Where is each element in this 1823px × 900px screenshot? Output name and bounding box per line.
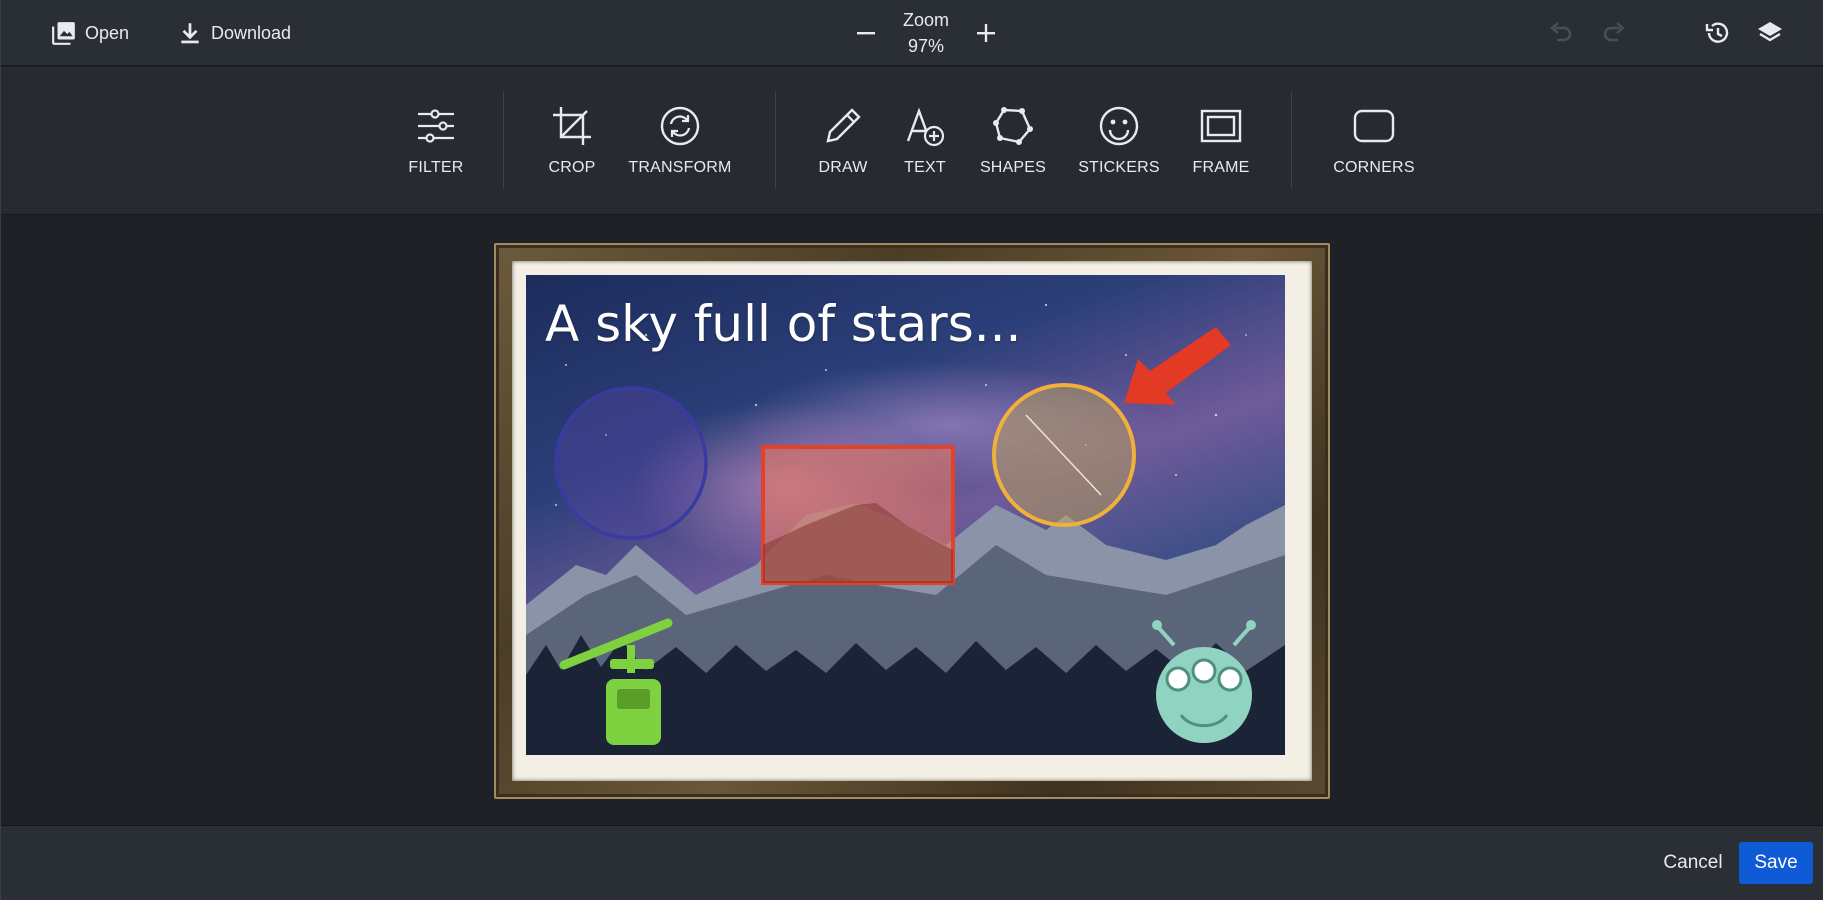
zoom-value: 97% (907, 36, 945, 56)
picture-frame: A sky full of stars... (494, 243, 1330, 799)
bottom-bar: Cancel Save (1, 825, 1823, 900)
tool-draw-label: DRAW (818, 159, 868, 176)
divider (503, 92, 504, 188)
zoom-control: Zoom 97% (851, 6, 1001, 62)
tool-shapes-label: SHAPES (979, 159, 1047, 176)
crop-icon (553, 107, 591, 145)
open-label: Open (85, 22, 130, 43)
tool-draw[interactable]: DRAW (813, 105, 873, 205)
zoom-out-icon[interactable] (851, 18, 881, 48)
pencil-icon (826, 108, 861, 143)
tool-filter-label: FILTER (408, 159, 464, 176)
zoom-in-icon[interactable] (971, 18, 1001, 48)
tool-stickers[interactable]: STICKERS (1073, 105, 1165, 205)
open-button[interactable]: Open (51, 16, 129, 50)
sliders-icon (418, 109, 454, 143)
image-editor: Open Download Zoom 97% FILTER CROP TRANS… (0, 0, 1823, 900)
tool-crop-label: CROP (548, 159, 596, 176)
polygon-icon (993, 107, 1033, 145)
zoom-label: Zoom (902, 10, 949, 30)
tool-filter[interactable]: FILTER (406, 105, 466, 205)
arrow-annotation[interactable] (1124, 327, 1231, 405)
layers-icon[interactable] (1755, 18, 1785, 48)
purple-circle-annotation[interactable] (554, 386, 708, 540)
save-button[interactable]: Save (1739, 842, 1813, 884)
undo-icon[interactable] (1546, 18, 1576, 48)
image-icon (52, 22, 75, 45)
tool-stickers-label: STICKERS (1078, 159, 1160, 176)
top-bar: Open Download Zoom 97% (1, 0, 1823, 66)
frame-icon (1200, 109, 1242, 143)
tool-text[interactable]: TEXT (895, 105, 955, 205)
tool-text-label: TEXT (904, 159, 946, 176)
editor-canvas[interactable]: A sky full of stars... (1, 216, 1823, 825)
tool-transform[interactable]: TRANSFORM (625, 105, 735, 205)
download-icon (181, 23, 199, 44)
tool-frame[interactable]: FRAME (1188, 105, 1254, 205)
tool-corners-label: CORNERS (1333, 159, 1415, 176)
add-text-icon (906, 107, 945, 147)
tool-frame-label: FRAME (1192, 159, 1250, 176)
tool-corners[interactable]: CORNERS (1332, 105, 1416, 205)
redo-icon[interactable] (1599, 18, 1629, 48)
download-label: Download (211, 22, 292, 43)
text-annotation[interactable]: A sky full of stars... (545, 295, 1021, 353)
tool-transform-label: TRANSFORM (628, 159, 732, 176)
smiley-icon (1099, 106, 1139, 146)
tool-shapes[interactable]: SHAPES (976, 105, 1050, 205)
tool-bar: FILTER CROP TRANSFORM DRAW TEXT SHAPES S… (1, 67, 1823, 215)
download-button[interactable]: Download (177, 16, 291, 50)
edited-photo[interactable]: A sky full of stars... (526, 275, 1285, 755)
rotate-icon (660, 106, 700, 146)
divider (1291, 92, 1292, 188)
divider (775, 92, 776, 188)
cancel-button[interactable]: Cancel (1653, 842, 1733, 884)
rounded-corners-icon (1353, 109, 1395, 143)
history-icon[interactable] (1703, 18, 1733, 48)
frame-mat: A sky full of stars... (512, 261, 1312, 781)
tool-crop[interactable]: CROP (542, 105, 602, 205)
